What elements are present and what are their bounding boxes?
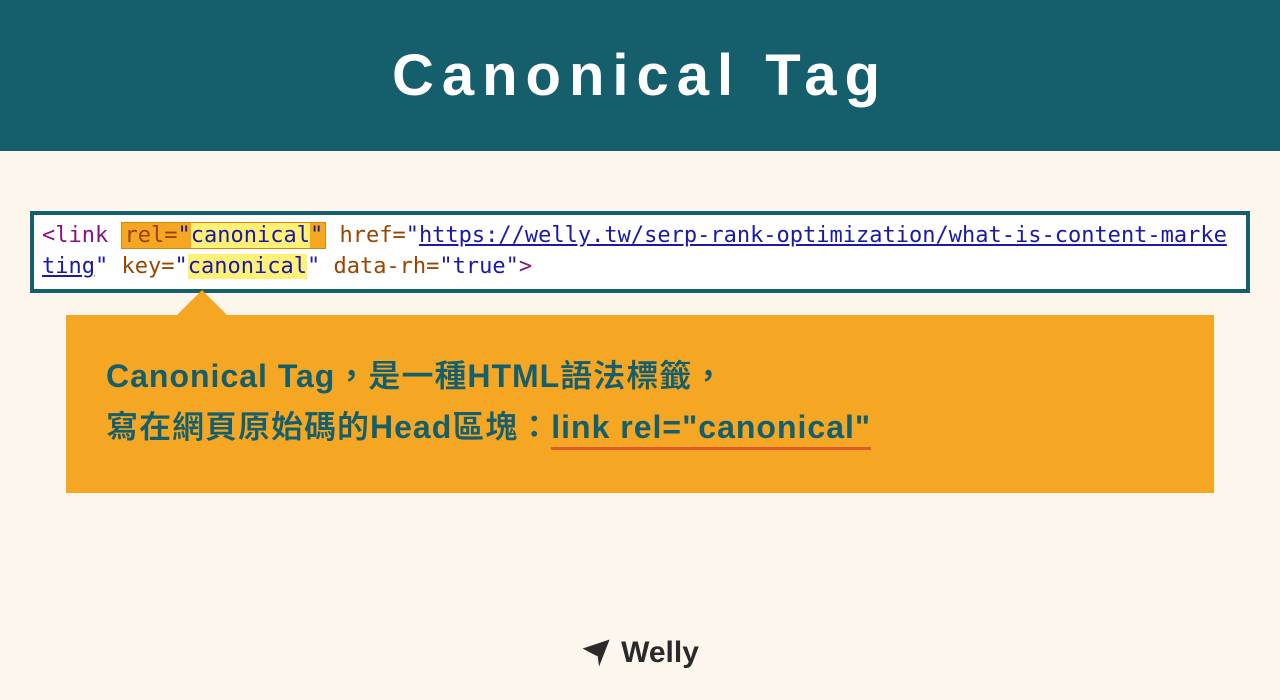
callout-line-1: Canonical Tag，是一種HTML語法標籤， (106, 351, 1174, 402)
code-q2: " (310, 223, 323, 248)
code-eq2: = (392, 223, 405, 248)
brand-logo: Welly (581, 636, 699, 670)
attr-data-rh: data-rh (333, 254, 426, 279)
canonical-value-2: canonical (188, 254, 307, 279)
code-q6: " (307, 254, 320, 279)
paper-plane-icon (581, 638, 611, 668)
code-eq3: = (161, 254, 174, 279)
code-q1: " (177, 223, 190, 248)
true-value: true (453, 254, 506, 279)
code-q5: " (174, 254, 187, 279)
callout-container: Canonical Tag，是一種HTML語法標籤， 寫在網頁原始碼的Head區… (66, 315, 1214, 493)
url-part1: https://welly.tw/serp-rank-optimization/… (419, 223, 1121, 248)
attr-key: key (121, 254, 161, 279)
code-gt: > (519, 254, 532, 279)
canonical-value-1: canonical (191, 223, 310, 248)
attr-rel: rel (124, 223, 164, 248)
brand-name: Welly (621, 636, 699, 670)
attr-href: href (339, 223, 392, 248)
code-snippet: <link rel="canonical" href="https://well… (30, 211, 1250, 293)
code-eq4: = (426, 254, 439, 279)
code-q8: " (506, 254, 519, 279)
callout-box: Canonical Tag，是一種HTML語法標籤， 寫在網頁原始碼的Head區… (66, 315, 1214, 493)
callout-line-2a: 寫在網頁原始碼的Head區塊： (106, 409, 551, 445)
main-content: <link rel="canonical" href="https://well… (0, 151, 1280, 493)
code-q3: " (406, 223, 419, 248)
code-eq1: = (164, 223, 177, 248)
page-title: Canonical Tag (392, 43, 888, 108)
rel-canonical-highlight: rel="canonical" (121, 222, 326, 249)
code-q7: " (439, 254, 452, 279)
callout-pointer (174, 290, 230, 318)
callout-line-2: 寫在網頁原始碼的Head區塊：link rel="canonical" (106, 402, 1174, 453)
code-lt: < (42, 223, 55, 248)
code-link: link (55, 223, 108, 248)
callout-emphasis: link rel="canonical" (551, 409, 871, 450)
code-q4: " (95, 254, 108, 279)
page-header: Canonical Tag (0, 0, 1280, 151)
